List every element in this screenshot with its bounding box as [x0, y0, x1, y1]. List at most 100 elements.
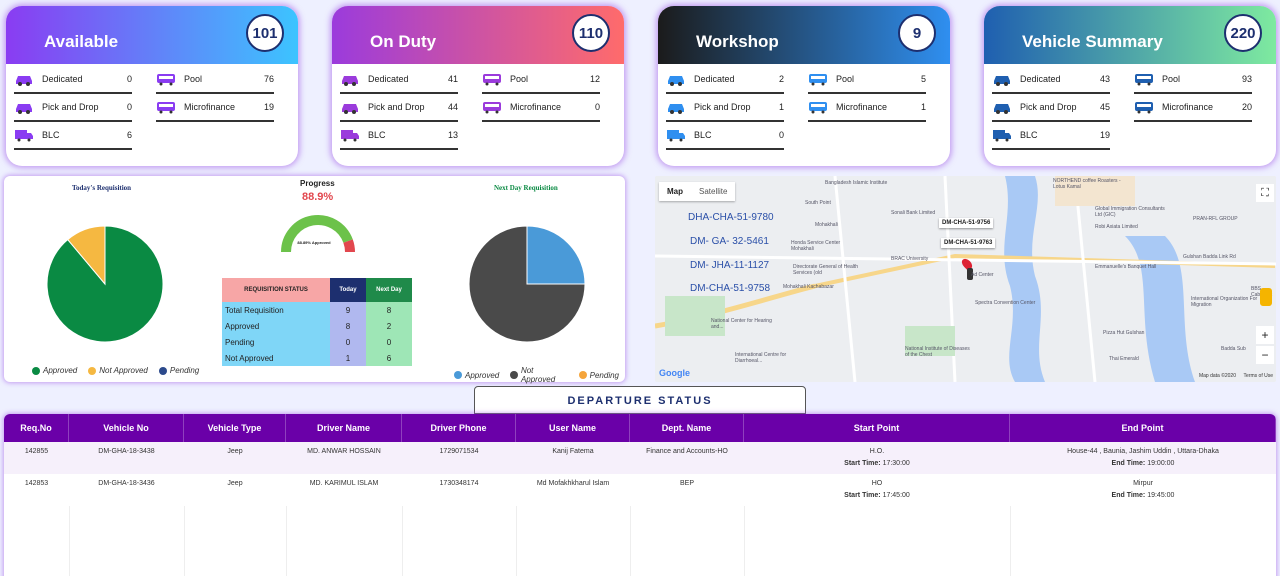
- row-value: 41: [447, 74, 458, 84]
- legend-item[interactable]: Not Approved: [88, 366, 148, 375]
- vehicle-label[interactable]: DHA-CHA-51-9780: [688, 212, 774, 223]
- card-count-badge: 220: [1224, 14, 1262, 52]
- zoom-in-button[interactable]: +: [1256, 326, 1274, 344]
- req-status-cell: 9: [330, 302, 366, 318]
- row-label: Pool: [1162, 74, 1181, 84]
- card-header: Workshop 9: [658, 6, 950, 64]
- card-row-microfinance: Microfinance 20: [1134, 94, 1252, 122]
- map-terms-link[interactable]: Terms of Use: [1244, 373, 1273, 379]
- satellite-tab[interactable]: Satellite: [691, 182, 735, 201]
- req-status-cell: 1: [330, 350, 366, 366]
- row-value: 5: [920, 74, 926, 84]
- legend-item[interactable]: Approved: [454, 371, 499, 380]
- map-place-label: PRAN-RFL GROUP: [1193, 216, 1238, 222]
- table-cell-user: Kanij Fatema: [552, 448, 594, 455]
- departure-column-header[interactable]: Dept. Name: [630, 414, 744, 442]
- card-header: Vehicle Summary 220: [984, 6, 1276, 64]
- bus-icon: [482, 100, 510, 114]
- car-icon: [340, 100, 368, 114]
- bus-icon: [482, 72, 510, 86]
- row-value: 43: [1099, 74, 1110, 84]
- bus-icon: [1134, 100, 1162, 114]
- car-icon: [14, 100, 42, 114]
- row-value: 1: [778, 102, 784, 112]
- req-status-cell: 0: [366, 334, 412, 350]
- time-label: Start Time:: [844, 460, 881, 467]
- next-day-slice-approved[interactable]: [526, 225, 586, 285]
- todays-requisition-title: Today's Requisition: [72, 184, 132, 192]
- requisition-status-table: REQUISITION STATUS Today Next Day Total Req…: [222, 278, 412, 370]
- map-tab[interactable]: Map: [659, 182, 691, 201]
- departure-column-header[interactable]: Driver Name: [286, 414, 402, 442]
- table-cell-type: Jeep: [227, 448, 243, 455]
- summary-card-workshop: Workshop 9 Dedicated 2 Pool 5 Pick and D…: [658, 6, 950, 166]
- map-type-control[interactable]: Map Satellite: [659, 182, 736, 201]
- car-icon: [992, 72, 1020, 86]
- row-label: Microfinance: [510, 102, 562, 112]
- departure-column-header[interactable]: Start Point: [744, 414, 1010, 442]
- bus-icon: [808, 72, 836, 86]
- card-title: On Duty: [370, 32, 437, 51]
- departure-column-header[interactable]: Vehicle No: [69, 414, 184, 442]
- legend-item[interactable]: Not Approved: [510, 366, 567, 384]
- departure-column-header[interactable]: Vehicle Type: [184, 414, 286, 442]
- row-value: 0: [594, 102, 600, 112]
- table-cell-req: 142853: [24, 480, 49, 487]
- departure-column-header[interactable]: User Name: [516, 414, 630, 442]
- vehicle-popup[interactable]: DM-CHA-51-9756: [939, 218, 994, 228]
- time-value: 19:45:00: [1147, 492, 1175, 499]
- map-place-label: Spectra Convention Center: [975, 300, 1036, 306]
- legend-label: Approved: [465, 370, 500, 380]
- google-logo: Google: [659, 368, 690, 378]
- row-label: Dedicated: [694, 74, 735, 84]
- time-value: 19:00:00: [1147, 460, 1175, 467]
- map-place-label: National Institute of Diseases of the Ch…: [905, 346, 970, 358]
- map-place-label: Directorate General of Health Services (…: [793, 264, 859, 276]
- progress-title: Progress: [300, 179, 335, 188]
- bus-icon: [156, 72, 184, 86]
- req-status-header: Next Day: [366, 278, 412, 302]
- req-status-cell: 8: [330, 318, 366, 334]
- car-icon: [666, 72, 694, 86]
- zoom-out-button[interactable]: −: [1256, 346, 1274, 364]
- time-value: 17:45:00: [882, 492, 910, 499]
- table-cell-vehicle: DM-GHA-18-3438: [98, 448, 155, 455]
- card-row-blc: BLC 13: [340, 122, 458, 150]
- legend-item[interactable]: Approved: [32, 366, 77, 375]
- departure-column-header[interactable]: Req.No: [4, 414, 69, 442]
- table-cell-driver: MD. KARIMUL ISLAM: [309, 480, 379, 487]
- table-cell-vehicle: DM-GHA-18-3436: [98, 480, 155, 487]
- pegman-icon[interactable]: [1260, 288, 1272, 306]
- req-status-cell: 8: [366, 302, 412, 318]
- departure-column-header[interactable]: End Point: [1010, 414, 1276, 442]
- row-label: Pick and Drop: [694, 102, 751, 112]
- row-value: 20: [1241, 102, 1252, 112]
- departure-column-header[interactable]: Driver Phone: [402, 414, 516, 442]
- card-title: Workshop: [696, 32, 779, 51]
- progress-gauge-label: 88.89% Approved: [297, 240, 331, 245]
- legend-item[interactable]: Pending: [158, 366, 199, 375]
- departure-status-title: DEPARTURE STATUS: [474, 386, 806, 414]
- vehicle-label[interactable]: DM- JHA-11-1127: [690, 260, 769, 271]
- vehicle-label[interactable]: DM- GA- 32-5461: [690, 236, 769, 247]
- vehicle-popup[interactable]: DM-CHA-51-9763: [941, 238, 996, 248]
- row-value: 45: [1099, 102, 1110, 112]
- vehicle-map[interactable]: Map Satellite ⛶ DHA-CHA-51-9780 DM- GA- …: [655, 176, 1276, 382]
- time-label: End Time:: [1111, 492, 1146, 499]
- legend-dot-icon: [578, 371, 587, 379]
- legend-item[interactable]: Pending: [578, 370, 619, 380]
- map-place-label: Gulshan Badda Link Rd: [1183, 254, 1236, 260]
- vehicle-label[interactable]: DM-CHA-51-9758: [690, 283, 770, 294]
- req-status-header: REQUISITION STATUS: [222, 278, 330, 302]
- map-place-label: Mohakhali Kachabazar: [783, 284, 834, 290]
- table-cell-end-point: Mirpur End Time: 19:45:00: [1010, 478, 1276, 502]
- req-status-cell: Not Approved: [222, 350, 330, 366]
- legend-label: Pending: [589, 370, 619, 380]
- table-cell-driver: MD. ANWAR HOSSAIN: [307, 448, 381, 455]
- table-cell-phone: 1729071534: [439, 448, 479, 455]
- time-label: End Time:: [1111, 460, 1146, 467]
- map-attribution: Map data ©2020: [1198, 373, 1236, 379]
- fullscreen-icon[interactable]: ⛶: [1256, 184, 1274, 202]
- map-place-label: International Organization For Migration: [1191, 296, 1258, 308]
- row-value: 0: [126, 102, 132, 112]
